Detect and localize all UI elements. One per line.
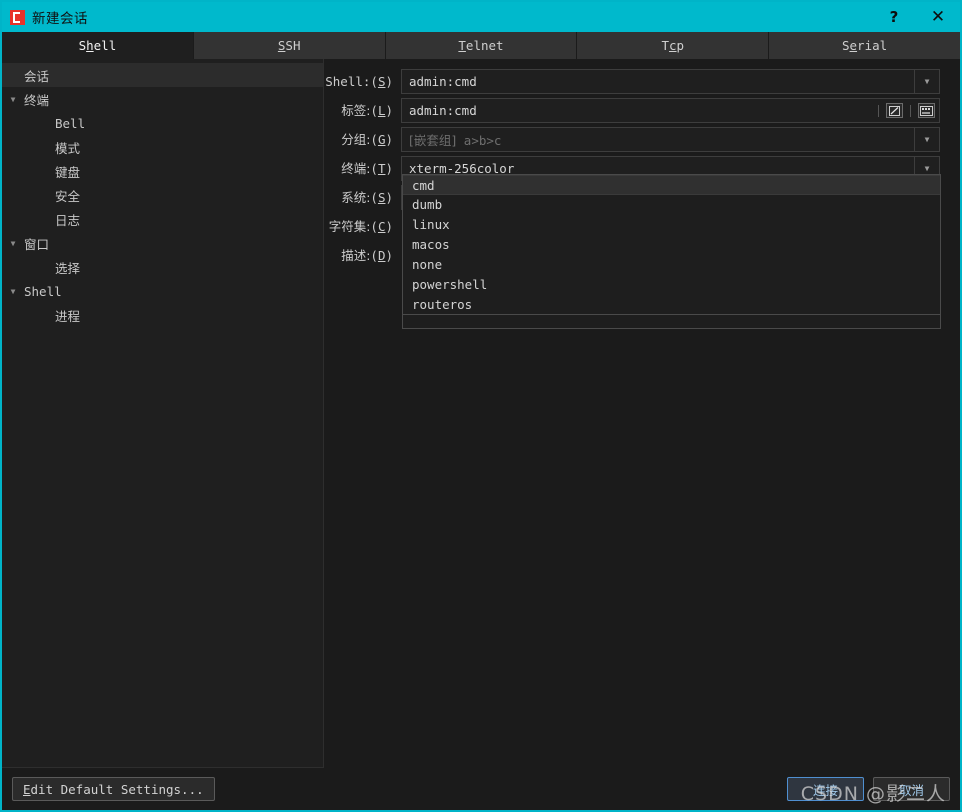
system-dropdown-popup[interactable]: cmd dumb linux macos none powershell routeros: [402, 174, 941, 329]
help-button[interactable]: ?: [872, 2, 916, 32]
tree-item-9[interactable]: ▼ Shell: [2, 279, 323, 303]
keyboard-icon[interactable]: [918, 103, 935, 118]
field-2[interactable]: [嵌套组] a>b>c ▼: [401, 127, 940, 152]
tab-ssh[interactable]: SSH: [193, 32, 386, 59]
tree-item-label: Shell: [24, 283, 62, 299]
form-row-0: Shell:(S) admin:cmd ▼: [324, 69, 960, 98]
field-0[interactable]: admin:cmd ▼: [401, 69, 940, 94]
field-label-text: 字符集:: [328, 219, 371, 234]
divider: [878, 104, 879, 117]
tree-item-8[interactable]: 选择: [2, 255, 323, 279]
chevron-down-icon[interactable]: ▼: [2, 95, 24, 104]
divider: [910, 104, 911, 117]
tree-item-label: 进程: [55, 308, 81, 324]
tab-telnet[interactable]: Telnet: [385, 32, 578, 59]
dropdown-option[interactable]: none: [403, 255, 940, 275]
dropdown-option[interactable]: macos: [403, 235, 940, 255]
tab-serial[interactable]: Serial: [769, 32, 960, 59]
field-label-text: 终端:: [341, 161, 371, 176]
edit-default-settings-button[interactable]: Edit Default Settings...: [12, 777, 215, 801]
chevron-down-icon[interactable]: ▼: [2, 287, 24, 296]
tab-shell[interactable]: Shell: [2, 32, 194, 59]
field-label: Shell:(S): [324, 69, 401, 94]
field-value[interactable]: [嵌套组] a>b>c: [402, 130, 914, 149]
tree-item-1[interactable]: ▼ 终端: [2, 87, 323, 111]
protocol-tabbar: Shell SSH Telnet Tcp Serial: [2, 32, 960, 59]
tree-item-6[interactable]: 日志: [2, 207, 323, 231]
field-label-mnemonic: (S): [370, 74, 393, 89]
tree-item-label: 模式: [55, 140, 81, 156]
tab-label: Serial: [841, 38, 888, 53]
tree-item-label: 安全: [55, 188, 81, 204]
field-label-text: Shell:: [325, 74, 371, 89]
tab-label: Shell: [78, 38, 117, 53]
dropdown-option[interactable]: dumb: [403, 195, 940, 215]
chevron-down-icon[interactable]: ▼: [914, 70, 939, 93]
edit-defaults-label: dit Default Settings...: [30, 781, 204, 797]
tree-item-label: 键盘: [55, 164, 81, 180]
close-button[interactable]: ✕: [916, 2, 960, 32]
tab-label: SSH: [277, 38, 301, 53]
tab-tcp[interactable]: Tcp: [577, 32, 770, 59]
tree-item-label: Bell: [55, 115, 86, 131]
field-label-mnemonic: (D): [370, 248, 393, 263]
field-label-text: 描述:: [341, 248, 371, 263]
tree-item-label: 会话: [24, 68, 50, 84]
label-field-icons: [871, 99, 939, 122]
field-label-mnemonic: (L): [370, 103, 393, 118]
connect-button[interactable]: 连接: [787, 777, 864, 801]
cancel-button[interactable]: 取消: [873, 777, 950, 801]
edit-defaults-mnemonic: E: [23, 781, 31, 797]
tree-item-7[interactable]: ▼ 窗口: [2, 231, 323, 255]
dialog-footer: Edit Default Settings... 连接 取消 CSDN @影二人: [2, 768, 960, 810]
tree-item-4[interactable]: 键盘: [2, 159, 323, 183]
dropdown-option[interactable]: powershell: [403, 275, 940, 295]
tree-item-5[interactable]: 安全: [2, 183, 323, 207]
tree-item-0[interactable]: 会话: [2, 63, 323, 87]
settings-tree[interactable]: 会话 ▼ 终端 Bell 模式 键盘 安全 日志 ▼ 窗口 选择 ▼ Shell 进程: [2, 59, 324, 768]
dropdown-option[interactable]: linux: [403, 215, 940, 235]
shell-settings-panel: Shell:(S) admin:cmd ▼ 标签:(L) admin:cmd 分组:(G)…: [324, 59, 960, 768]
tree-item-label: 选择: [55, 260, 81, 276]
tree-item-label: 终端: [24, 92, 50, 108]
field-label-text: 系统:: [341, 190, 371, 205]
dialog-content: 会话 ▼ 终端 Bell 模式 键盘 安全 日志 ▼ 窗口 选择 ▼ Shell 进程 Shell:(S)…: [2, 59, 960, 768]
field-label-text: 标签:: [341, 103, 371, 118]
field-label: 描述:(D): [324, 243, 401, 268]
field-label: 终端:(T): [324, 156, 401, 181]
chevron-down-icon[interactable]: ▼: [2, 239, 24, 248]
field-label-mnemonic: (T): [370, 161, 393, 176]
field-placeholder-cjk: [嵌套组]: [409, 133, 457, 148]
tree-item-label: 日志: [55, 212, 81, 228]
form-row-2: 分组:(G) [嵌套组] a>b>c ▼: [324, 127, 960, 156]
field-value[interactable]: admin:cmd: [402, 103, 871, 118]
new-session-dialog: 新建会话 ? ✕ Shell SSH Telnet Tcp Serial 会话 ▼ 终端 Be…: [0, 0, 962, 812]
tab-label: Telnet: [458, 38, 504, 53]
chevron-down-icon[interactable]: ▼: [914, 128, 939, 151]
field-label: 分组:(G): [324, 127, 401, 152]
field-label-text: 分组:: [341, 132, 371, 147]
dropdown-option[interactable]: cmd: [403, 175, 940, 195]
title-bar: 新建会话 ? ✕: [2, 2, 960, 32]
tree-item-label: 窗口: [24, 236, 50, 252]
tree-item-10[interactable]: 进程: [2, 303, 323, 327]
edit-pencil-icon[interactable]: [886, 103, 903, 118]
field-label: 字符集:(C): [324, 214, 401, 239]
field-1[interactable]: admin:cmd: [401, 98, 940, 123]
form-row-1: 标签:(L) admin:cmd: [324, 98, 960, 127]
field-label-mnemonic: (S): [370, 190, 393, 205]
dropdown-footer: [403, 314, 940, 328]
field-label-mnemonic: (G): [370, 132, 393, 147]
field-label: 系统:(S): [324, 185, 401, 210]
tab-label: Tcp: [661, 38, 685, 53]
field-value[interactable]: admin:cmd: [402, 74, 914, 89]
app-logo-icon: [10, 9, 25, 25]
field-placeholder-rest: a>b>c: [456, 133, 502, 148]
tree-item-2[interactable]: Bell: [2, 111, 323, 135]
dropdown-option[interactable]: routeros: [403, 295, 940, 315]
tree-item-3[interactable]: 模式: [2, 135, 323, 159]
field-label: 标签:(L): [324, 98, 401, 123]
window-title: 新建会话: [32, 11, 88, 27]
field-label-mnemonic: (C): [370, 219, 393, 234]
